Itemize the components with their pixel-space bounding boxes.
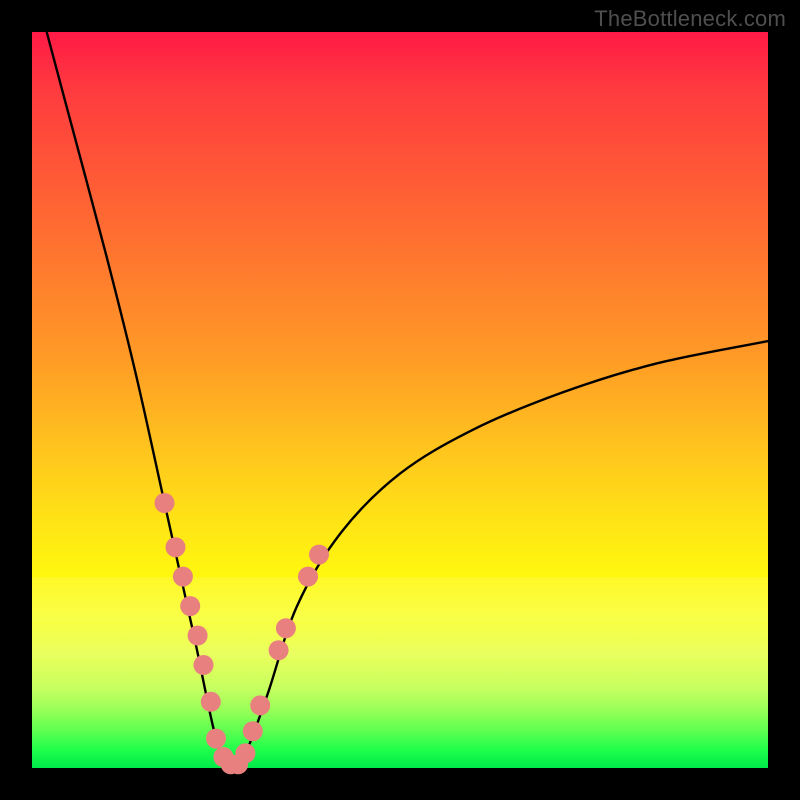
highlight-dot [180, 596, 200, 616]
highlight-dot [269, 640, 289, 660]
highlight-dot [188, 626, 208, 646]
highlight-dot [298, 567, 318, 587]
highlight-dot [243, 721, 263, 741]
highlight-dot [250, 695, 270, 715]
chart-frame: TheBottleneck.com [0, 0, 800, 800]
highlight-dot [235, 743, 255, 763]
watermark-text: TheBottleneck.com [594, 6, 786, 32]
curve-svg [32, 32, 768, 768]
highlight-dot [309, 545, 329, 565]
highlight-dot [155, 493, 175, 513]
plot-area [32, 32, 768, 768]
highlight-dot [201, 692, 221, 712]
bottleneck-curve [47, 32, 768, 769]
highlight-dots-group [155, 493, 330, 774]
highlight-dot [173, 567, 193, 587]
highlight-dot [276, 618, 296, 638]
highlight-dot [166, 537, 186, 557]
highlight-dot [194, 655, 214, 675]
highlight-dot [206, 729, 226, 749]
